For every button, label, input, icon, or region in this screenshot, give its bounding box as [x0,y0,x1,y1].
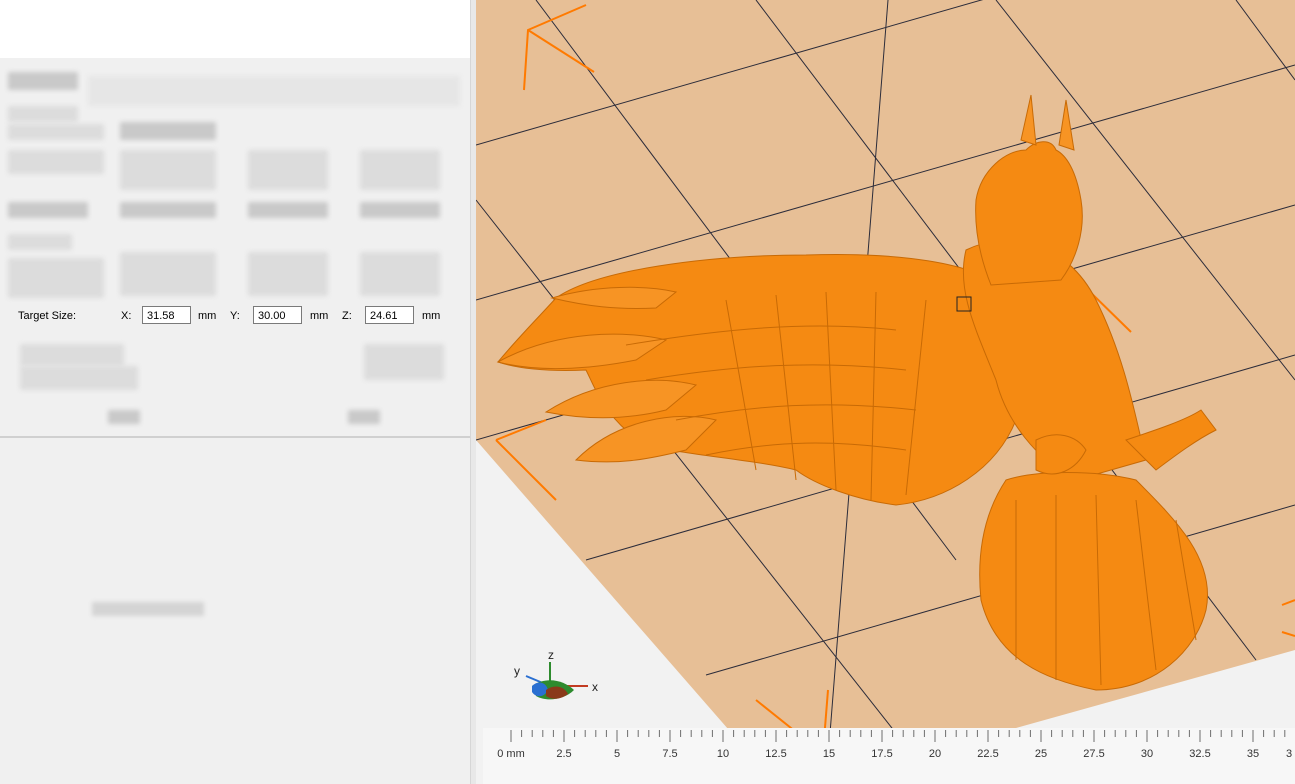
ruler-tick-label: 35 [1246,748,1260,760]
ruler-tick-label: 30 [1140,748,1154,760]
obscured-field[interactable] [360,150,440,190]
target-size-y-input[interactable]: 30.00 [253,306,302,324]
ruler-tick-label: 2.5 [556,748,572,760]
obscured-label [8,106,78,122]
obscured-button[interactable] [348,410,380,424]
ruler-tick-label: 17.5 [871,748,893,760]
x-unit-label: mm [198,310,217,322]
z-label: Z: [342,310,352,322]
ruler-tick-label: 20 [928,748,942,760]
axis-z-label: z [548,648,554,662]
obscured-label [20,366,138,390]
obscured-label [8,150,104,174]
section-divider [0,436,476,438]
ruler-tick-label: 27.5 [1083,748,1105,760]
obscured-button[interactable] [108,410,140,424]
obscured-label [8,202,88,218]
target-size-z-input[interactable]: 24.61 [365,306,414,324]
obscured-field[interactable] [360,252,440,296]
obscured-heading [8,72,78,90]
obscured-field[interactable] [120,150,216,190]
axis-x-label: x [592,680,598,694]
3d-viewport[interactable]: z y x [476,0,1295,784]
obscured-field[interactable] [120,252,216,296]
axis-y-label: y [514,664,520,678]
panel-header-area [0,0,476,58]
ruler-tick-label: 0 mm [497,748,525,760]
target-size-x-input[interactable]: 31.58 [142,306,191,324]
y-unit-label: mm [310,310,329,322]
obscured-label [20,344,124,366]
ruler-tick-label: 22.5 [977,748,999,760]
ruler-tick-label: 7.5 [662,748,678,760]
obscured-label [120,122,216,140]
ruler-tick-label: 5 [613,748,621,760]
settings-panel: Target Size: X: 31.58 mm Y: 30.00 mm Z: … [0,0,476,784]
obscured-label [8,124,104,140]
obscured-field [88,76,460,106]
obscured-field[interactable] [248,150,328,190]
obscured-label [120,202,216,218]
obscured-label [248,202,328,218]
x-label: X: [121,310,132,322]
scene [476,0,1295,784]
ruler-tick-label: 15 [822,748,836,760]
ruler-tick-label: 25 [1034,748,1048,760]
z-unit-label: mm [422,310,441,322]
ruler-tick-label: 12.5 [765,748,787,760]
ruler-tick-label: 32.5 [1189,748,1211,760]
obscured-label [8,234,72,250]
obscured-label [8,258,104,298]
ruler-tick-label: 10 [716,748,730,760]
obscured-field[interactable] [248,252,328,296]
ruler: 0 mm 2.5 5 7.5 10 12.5 15 17.5 20 22.5 25 27.5 30 32.… [483,728,1295,784]
obscured-button[interactable] [364,344,444,380]
obscured-label [360,202,440,218]
target-size-label: Target Size: [18,310,77,322]
y-label: Y: [230,310,240,322]
axis-gizmo[interactable] [525,662,588,700]
ruler-tick-label: 3 [1285,748,1293,760]
target-size-row: Target Size: X: 31.58 mm Y: 30.00 mm Z: … [0,303,470,331]
obscured-status-text [92,602,204,616]
